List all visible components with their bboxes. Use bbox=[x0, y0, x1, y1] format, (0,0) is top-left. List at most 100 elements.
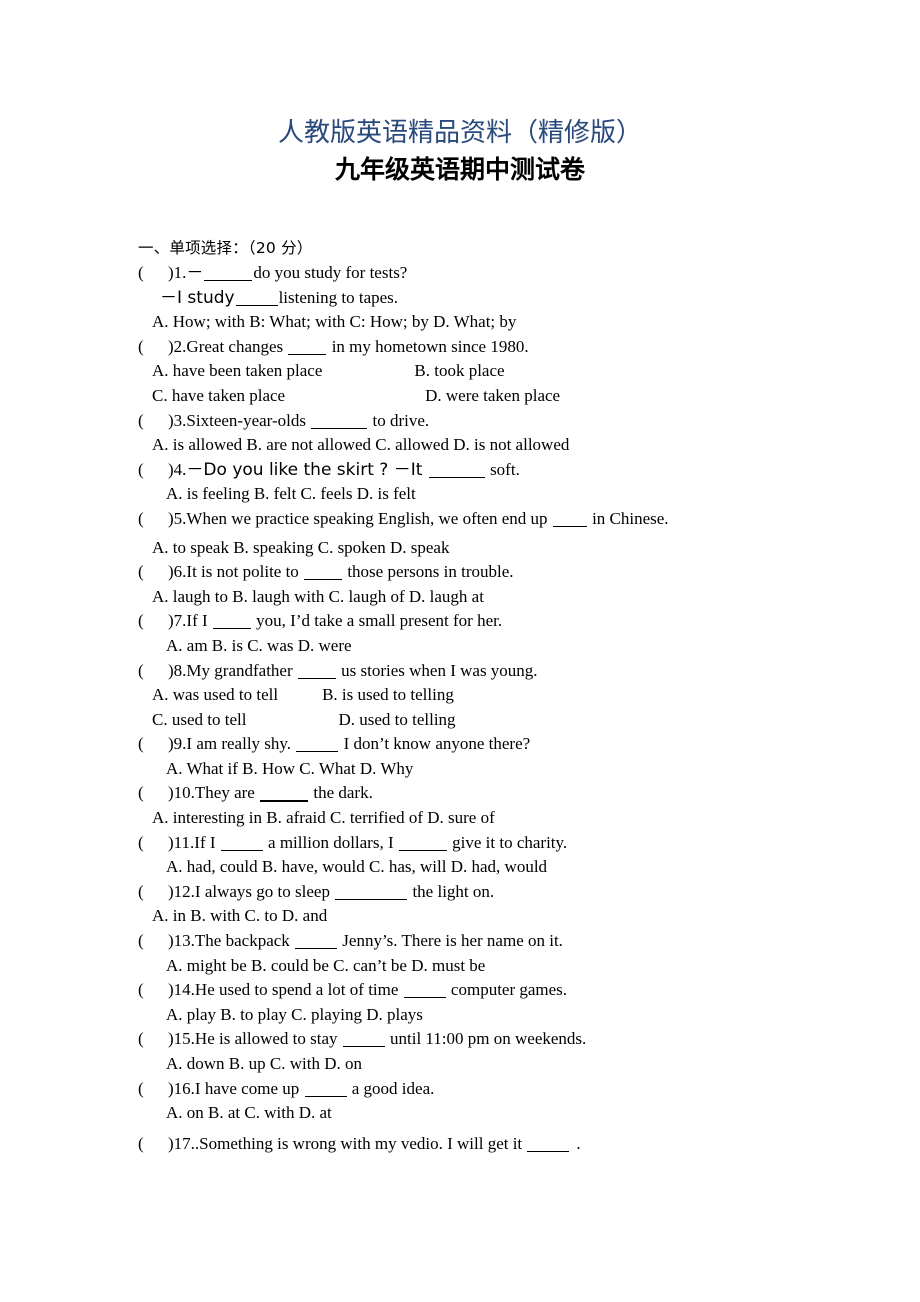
question-row-8: ()8.My grandfather us stories when I was… bbox=[138, 659, 898, 684]
option-2-b: B. took place bbox=[414, 361, 505, 381]
option-8-b: B. is used to telling bbox=[322, 685, 454, 705]
answer-bracket-13[interactable]: ( bbox=[138, 929, 168, 954]
bracket-open-7: ( bbox=[138, 611, 144, 631]
question-stem-14b: computer games. bbox=[446, 980, 568, 1000]
question-stem-8a: My grandfather bbox=[186, 660, 297, 680]
blank-8[interactable] bbox=[297, 661, 336, 679]
answer-bracket-10[interactable]: ( bbox=[138, 781, 168, 806]
blank-12[interactable] bbox=[335, 883, 408, 900]
options-row-12[interactable]: A. in B. with C. to D. and bbox=[138, 904, 898, 929]
options-row-8a[interactable]: A. was used to tell B. is used to telling bbox=[138, 683, 898, 708]
question-number-5: 5. bbox=[173, 508, 187, 528]
answer-bracket-7[interactable]: ( bbox=[138, 609, 168, 634]
blank-1b[interactable] bbox=[235, 289, 278, 306]
question-row-11: ()11.If I a million dollars, I give it t… bbox=[138, 831, 898, 856]
blank-15[interactable] bbox=[342, 1030, 385, 1048]
question-number-14: 14. bbox=[173, 980, 195, 1000]
option-8-c: C. used to tell bbox=[152, 709, 247, 729]
question-stem-3b: to drive. bbox=[368, 410, 430, 430]
options-row-9[interactable]: A. What if B. How C. What D. Why bbox=[138, 757, 898, 782]
answer-bracket-9[interactable]: ( bbox=[138, 732, 168, 757]
answer-bracket-14[interactable]: ( bbox=[138, 978, 168, 1003]
options-row-10[interactable]: A. interesting in B. afraid C. terrified… bbox=[138, 806, 898, 831]
question-stem-16b: a good idea. bbox=[347, 1078, 435, 1098]
options-row-14[interactable]: A. play B. to play C. playing D. plays bbox=[138, 1003, 898, 1028]
question-number-6: 6. bbox=[173, 562, 187, 582]
question-stem-14a: He used to spend a lot of time bbox=[194, 980, 403, 1000]
blank-5[interactable] bbox=[552, 510, 587, 527]
question-row-17: ()17..Something is wrong with my vedio. … bbox=[138, 1132, 898, 1157]
options-row-11[interactable]: A. had, could B. have, would C. has, wil… bbox=[138, 855, 898, 880]
answer-bracket-16[interactable]: ( bbox=[138, 1077, 168, 1102]
answer-bracket-17[interactable]: ( bbox=[138, 1132, 168, 1157]
bracket-open-6: ( bbox=[138, 562, 144, 582]
blank-9[interactable] bbox=[296, 735, 339, 753]
options-row-15[interactable]: A. down B. up C. with D. on bbox=[138, 1052, 898, 1077]
answer-bracket-3[interactable]: ( bbox=[138, 409, 168, 434]
question-number-2: 2. bbox=[173, 336, 187, 356]
blank-13[interactable] bbox=[295, 932, 338, 950]
question-row-2: ()2.Great changes in my hometown since 1… bbox=[138, 335, 898, 360]
blank-17[interactable] bbox=[527, 1135, 570, 1152]
exam-body: 一、单项选择：（20 分） ()1.－ do you study for test… bbox=[138, 236, 898, 1156]
section-heading: 一、单项选择：（20 分） bbox=[138, 239, 313, 257]
answer-bracket-4[interactable]: ( bbox=[138, 458, 168, 483]
answer-bracket-8[interactable]: ( bbox=[138, 659, 168, 684]
options-row-6[interactable]: A. laugh to B. laugh with C. laugh of D.… bbox=[138, 585, 898, 610]
option-8-d: D. used to telling bbox=[338, 709, 456, 729]
question-stem-17b: . bbox=[576, 1133, 581, 1153]
question-number-3: 3. bbox=[173, 410, 187, 430]
answer-bracket-5[interactable]: ( bbox=[138, 507, 168, 532]
answer-bracket-12[interactable]: ( bbox=[138, 880, 168, 905]
question-continuation-1: －I study listening to tapes. bbox=[138, 286, 898, 311]
question-stem-13a: The backpack bbox=[194, 931, 295, 951]
blank-11a[interactable] bbox=[220, 834, 263, 851]
options-row-5[interactable]: A. to speak B. speaking C. spoken D. spe… bbox=[138, 532, 898, 561]
answer-bracket-1[interactable]: ( bbox=[138, 261, 168, 286]
options-row-1[interactable]: A. How; with B: What; with C: How; by D.… bbox=[138, 310, 898, 335]
question-row-14: ()14.He used to spend a lot of time comp… bbox=[138, 978, 898, 1003]
question-number-10: 10. bbox=[173, 783, 195, 803]
question-stem-15a: He is allowed to stay bbox=[194, 1029, 342, 1049]
question-row-10: ()10.They are the dark. bbox=[138, 781, 898, 806]
options-row-3[interactable]: A. is allowed B. are not allowed C. allo… bbox=[138, 433, 898, 458]
options-row-2b[interactable]: C. have taken place D. were taken place bbox=[138, 384, 898, 409]
blank-3[interactable] bbox=[311, 411, 368, 429]
options-row-7[interactable]: A. am B. is C. was D. were bbox=[138, 634, 898, 659]
options-row-4[interactable]: A. is feeling B. felt C. feels D. is fel… bbox=[138, 482, 898, 507]
blank-14[interactable] bbox=[403, 981, 446, 999]
option-8-a: A. was used to tell bbox=[152, 685, 279, 705]
answer-bracket-2[interactable]: ( bbox=[138, 335, 168, 360]
blank-1a[interactable] bbox=[204, 264, 253, 282]
title-block: 人教版英语精品资料（精修版） 九年级英语期中测试卷 bbox=[0, 116, 920, 186]
question-row-1: ()1.－ do you study for tests? bbox=[138, 261, 898, 286]
options-row-13[interactable]: A. might be B. could be C. can’t be D. m… bbox=[138, 954, 898, 979]
options-row-2a[interactable]: A. have been taken place B. took place bbox=[138, 359, 898, 384]
question-row-9: ()9.I am really shy. I don’t know anyone… bbox=[138, 732, 898, 757]
blank-2[interactable] bbox=[288, 338, 327, 355]
question-stem-9a: I am really shy. bbox=[186, 734, 296, 754]
question-number-9: 9. bbox=[173, 734, 187, 754]
question-stem-17a: .Something is wrong with my vedio. I wil… bbox=[194, 1133, 527, 1153]
options-row-16[interactable]: A. on B. at C. with D. at bbox=[138, 1101, 898, 1126]
blank-6[interactable] bbox=[304, 563, 343, 581]
answer-bracket-6[interactable]: ( bbox=[138, 560, 168, 585]
answer-bracket-11[interactable]: ( bbox=[138, 831, 168, 856]
blank-10[interactable] bbox=[260, 783, 309, 802]
blank-7[interactable] bbox=[212, 612, 251, 630]
question-number-1: 1. bbox=[173, 263, 187, 282]
question-stem-12a: I always go to sleep bbox=[194, 881, 335, 901]
bracket-open-14: ( bbox=[138, 980, 144, 1000]
blank-11b[interactable] bbox=[398, 834, 447, 851]
bracket-open-12: ( bbox=[138, 881, 144, 901]
bracket-open-5: ( bbox=[138, 508, 144, 528]
answer-bracket-15[interactable]: ( bbox=[138, 1027, 168, 1052]
blank-16[interactable] bbox=[304, 1080, 347, 1097]
blank-4[interactable] bbox=[428, 461, 485, 478]
question-number-11: 11. bbox=[173, 832, 195, 852]
options-row-8b[interactable]: C. used to tell D. used to telling bbox=[138, 708, 898, 733]
question-stem-6a: It is not polite to bbox=[186, 562, 304, 582]
question-stem-2b: in my hometown since 1980. bbox=[327, 336, 529, 356]
bracket-open-8: ( bbox=[138, 660, 144, 680]
page-title: 九年级英语期中测试卷 bbox=[334, 155, 585, 184]
